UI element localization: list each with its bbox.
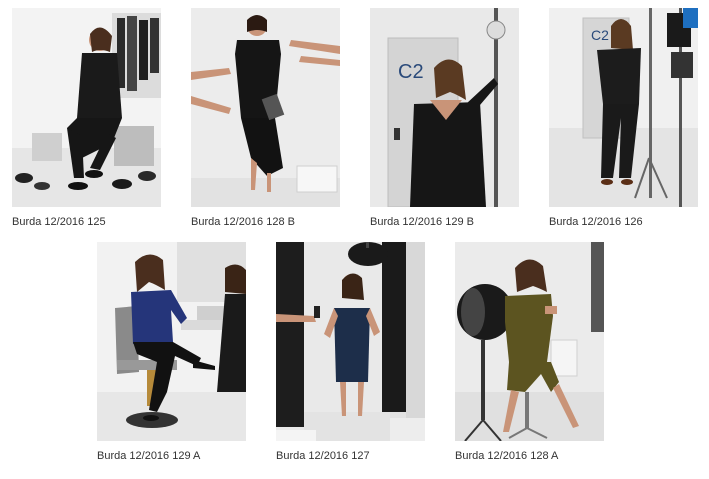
photo-caption[interactable]: Burda 12/2016 125 — [12, 216, 106, 228]
photo-caption[interactable]: Burda 12/2016 128 A — [455, 450, 558, 462]
gallery-item: Burda 12/2016 125 — [12, 8, 161, 228]
photo-woman-black-wrap-dress-icon — [191, 8, 340, 207]
gallery-item: C2 Burda 12/2016 126 — [549, 8, 698, 228]
photo-thumbnail[interactable] — [191, 8, 340, 207]
photo-caption[interactable]: Burda 12/2016 129 A — [97, 450, 200, 462]
photo-woman-olive-dress-seated-icon — [455, 242, 604, 441]
photo-caption[interactable]: Burda 12/2016 127 — [276, 450, 370, 462]
photo-thumbnail[interactable]: C2 — [370, 8, 519, 207]
photo-woman-black-blazer-seated-icon — [12, 8, 161, 207]
photo-woman-blue-blouse-salon-icon — [97, 242, 246, 441]
photo-woman-blue-lace-dress-icon — [276, 242, 425, 441]
svg-text:C2: C2 — [591, 27, 609, 43]
photo-gallery: Burda 12/2016 125 Burda 12/2016 128 B C2… — [0, 0, 709, 479]
gallery-item: Burda 12/2016 128 A — [455, 242, 604, 462]
photo-thumbnail[interactable] — [455, 242, 604, 441]
photo-caption[interactable]: Burda 12/2016 126 — [549, 216, 643, 228]
photo-thumbnail[interactable] — [97, 242, 246, 441]
photo-thumbnail[interactable]: C2 — [549, 8, 698, 207]
gallery-item: Burda 12/2016 127 — [276, 242, 425, 462]
photo-caption[interactable]: Burda 12/2016 128 B — [191, 216, 295, 228]
photo-thumbnail[interactable] — [276, 242, 425, 441]
photo-woman-black-jumpsuit-icon: C2 — [549, 8, 698, 207]
svg-text:C2: C2 — [398, 61, 424, 83]
photo-woman-black-blouse-door-icon: C2 — [370, 8, 519, 207]
gallery-item: Burda 12/2016 129 A — [97, 242, 246, 462]
photo-caption[interactable]: Burda 12/2016 129 B — [370, 216, 474, 228]
gallery-item: C2 Burda 12/2016 129 B — [370, 8, 519, 228]
photo-thumbnail[interactable] — [12, 8, 161, 207]
gallery-item: Burda 12/2016 128 B — [191, 8, 340, 228]
